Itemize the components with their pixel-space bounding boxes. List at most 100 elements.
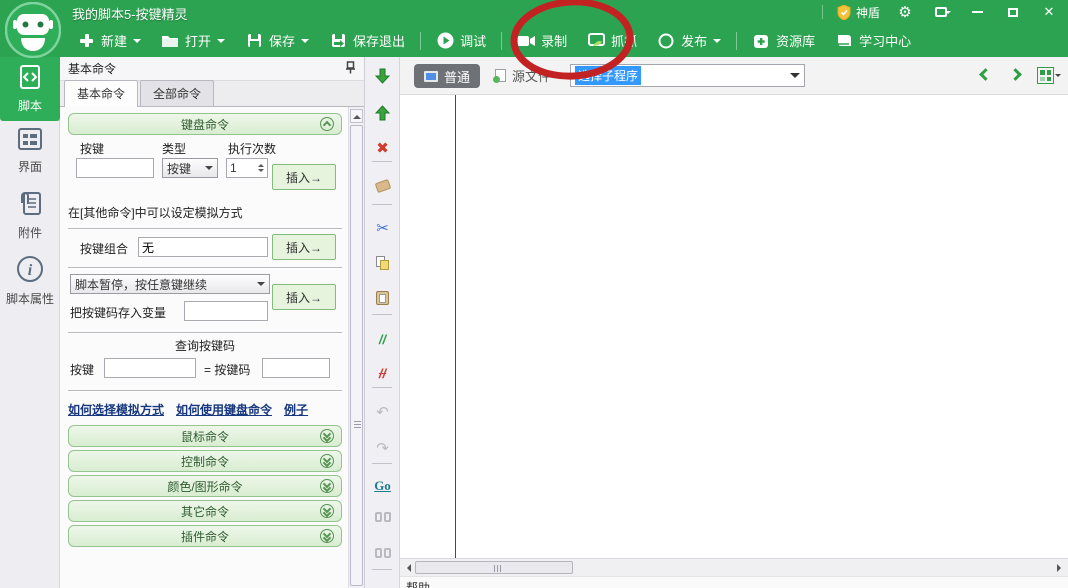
query-key-input[interactable] <box>104 358 196 378</box>
query-code-input[interactable] <box>262 358 330 378</box>
pin-icon[interactable] <box>345 61 356 77</box>
app-body: 脚本 界面 附件 i 脚本属性 <box>0 57 1068 588</box>
new-button[interactable]: 新建 <box>68 27 150 55</box>
hscrollbar-thumb[interactable] <box>415 561 573 574</box>
layout-grid-button[interactable] <box>1037 67 1054 84</box>
debug-button[interactable]: 调试 <box>427 27 495 55</box>
key-input[interactable] <box>76 158 154 178</box>
pause-option-select[interactable]: 脚本暂停，按任意键继续 <box>70 274 270 294</box>
horizontal-scrollbar[interactable] <box>400 558 1068 576</box>
binoculars-next-icon <box>375 548 391 559</box>
sidebar-label: 脚本 <box>18 97 42 114</box>
panel-scrollbar[interactable] <box>348 107 364 588</box>
form-grid-icon <box>17 127 43 154</box>
view-tab-normal[interactable]: 普通 <box>414 64 480 88</box>
insert-pause-button[interactable]: 插入→ <box>272 284 336 310</box>
dropdown-caret-icon <box>133 39 141 47</box>
minimize-icon <box>972 11 983 13</box>
sidebar-item-properties[interactable]: i 脚本属性 <box>0 255 60 307</box>
goto-line-button[interactable]: Go <box>372 475 393 496</box>
copy-button[interactable] <box>372 252 393 273</box>
type-label: 类型 <box>162 140 186 157</box>
key-combo-input[interactable] <box>138 237 268 257</box>
comment-button[interactable]: // <box>372 329 393 350</box>
panel-header: 基本命令 <box>60 57 364 81</box>
floppy-icon <box>245 32 263 50</box>
divider <box>68 332 342 333</box>
delete-button[interactable]: ✖ <box>372 137 393 158</box>
paste-icon <box>376 291 389 305</box>
tab-all-commands[interactable]: 全部命令 <box>140 80 214 106</box>
query-key-label: 按键 <box>70 361 94 378</box>
clear-button[interactable] <box>372 175 393 196</box>
count-label: 执行次数 <box>228 140 276 157</box>
maximize-button[interactable] <box>1002 2 1024 22</box>
link-use-keyboard-commands[interactable]: 如何使用键盘命令 <box>176 401 272 418</box>
tab-basic-commands[interactable]: 基本命令 <box>64 80 138 107</box>
section-mouse-commands[interactable]: 鼠标命令 <box>68 425 342 447</box>
count-stepper[interactable]: 1 <box>226 158 268 178</box>
shield-button[interactable]: 神盾 <box>837 4 880 21</box>
link-choose-simulation[interactable]: 如何选择模拟方式 <box>68 401 164 418</box>
divider <box>68 267 342 268</box>
move-up-button[interactable] <box>372 102 393 123</box>
section-color-graphic-commands[interactable]: 颜色/图形命令 <box>68 475 342 497</box>
code-editor[interactable] <box>400 95 1068 558</box>
paste-button[interactable] <box>372 287 393 308</box>
capture-button[interactable]: 抓抓 <box>578 27 646 55</box>
toolbar-divider <box>372 204 392 205</box>
redo-button[interactable]: ↷ <box>372 437 393 458</box>
resources-button[interactable]: 资源库 <box>743 27 824 55</box>
main-toolbar: 新建 打开 保存 保存退出 调试 录制 <box>68 24 1068 57</box>
insert-key-button[interactable]: 插入→ <box>272 164 336 190</box>
query-eq-label: = 按键码 <box>204 361 250 378</box>
toolbar-divider <box>420 32 421 50</box>
nav-next-button[interactable] <box>1009 68 1022 81</box>
stepper-arrows-icon[interactable] <box>258 161 264 175</box>
find-button[interactable] <box>372 507 393 528</box>
move-down-button[interactable] <box>372 65 393 86</box>
scroll-right-arrow[interactable] <box>1053 561 1066 574</box>
sidebar-item-script[interactable]: 脚本 <box>0 57 60 121</box>
save-button[interactable]: 保存 <box>236 27 318 55</box>
cut-button[interactable]: ✂ <box>372 217 393 238</box>
record-button[interactable]: 录制 <box>508 27 576 55</box>
dropdown-caret-icon <box>301 39 309 47</box>
scroll-left-arrow[interactable] <box>402 561 415 574</box>
scroll-up-arrow[interactable] <box>350 109 363 123</box>
subroutine-select[interactable]: 选择子程序 <box>570 64 805 87</box>
store-label: 把按键码存入变量 <box>70 304 166 321</box>
panel-body: 键盘命令 按键 类型 执行次数 按键 1 插入→ 在[其 <box>60 107 348 588</box>
nav-prev-button[interactable] <box>979 68 992 81</box>
link-example[interactable]: 例子 <box>284 401 308 418</box>
section-other-commands[interactable]: 其它命令 <box>68 500 342 522</box>
view-tab-source[interactable]: 源文件 <box>495 66 551 85</box>
store-variable-input[interactable] <box>184 301 268 321</box>
sidebar-item-attachment[interactable]: 附件 <box>0 189 60 241</box>
undo-button[interactable]: ↶ <box>372 401 393 422</box>
close-button[interactable]: ✕ <box>1038 2 1060 22</box>
learning-button[interactable]: 学习中心 <box>826 27 920 55</box>
panel-toggle-icon[interactable] <box>930 2 952 22</box>
toolbar-divider <box>372 387 392 388</box>
open-button[interactable]: 打开 <box>152 27 234 55</box>
resource-box-icon <box>752 32 770 50</box>
minimize-button[interactable] <box>966 2 988 22</box>
app-logo <box>5 2 61 58</box>
key-type-select[interactable]: 按键 <box>162 158 218 178</box>
sidebar-label: 附件 <box>18 224 42 241</box>
sidebar-label: 脚本属性 <box>6 290 54 307</box>
toolbar-divider <box>736 32 737 50</box>
find-next-button[interactable] <box>372 543 393 564</box>
section-control-commands[interactable]: 控制命令 <box>68 450 342 472</box>
scrollbar-thumb[interactable] <box>350 125 363 586</box>
section-keyboard-commands[interactable]: 键盘命令 <box>68 113 342 135</box>
uncomment-button[interactable]: // <box>372 363 393 384</box>
divider <box>68 228 342 229</box>
settings-gear-icon[interactable]: ⚙ <box>894 2 916 22</box>
publish-button[interactable]: 发布 <box>648 27 730 55</box>
save-exit-button[interactable]: 保存退出 <box>320 27 414 55</box>
insert-combo-button[interactable]: 插入→ <box>272 234 336 260</box>
sidebar-item-ui[interactable]: 界面 <box>0 127 60 175</box>
section-plugin-commands[interactable]: 插件命令 <box>68 525 342 547</box>
